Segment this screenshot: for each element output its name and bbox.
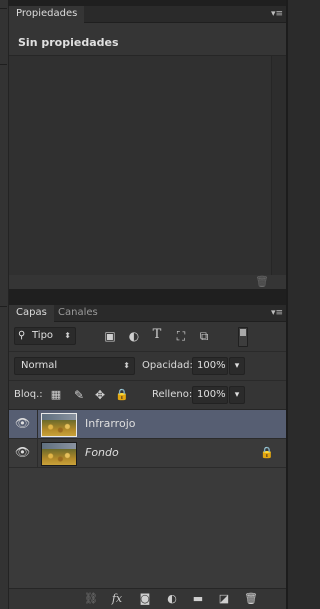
chevron-down-icon: ▾: [234, 390, 240, 400]
search-icon: ⚲: [18, 330, 26, 341]
opacity-input[interactable]: 100%: [192, 357, 228, 375]
new-layer-icon[interactable]: ◪: [216, 591, 232, 607]
layers-footer: ⛓ fx ◙ ◐ ▬ ◪ 🗑: [9, 588, 286, 609]
lock-image-icon[interactable]: ✎: [72, 388, 86, 402]
tab-propiedades[interactable]: Propiedades: [9, 6, 85, 23]
adjustment-filter-icon[interactable]: ◐: [127, 329, 141, 343]
group-folder-icon[interactable]: ▬: [190, 591, 206, 607]
layers-tab-bar: Capas Canales ▾≡: [9, 305, 286, 322]
link-layers-icon[interactable]: ⛓: [83, 591, 99, 607]
layer-name[interactable]: Infrarrojo: [85, 410, 135, 438]
layer-row-fondo[interactable]: 👁 Fondo 🔒: [9, 439, 286, 468]
tab-capas[interactable]: Capas: [9, 305, 54, 322]
layers-panel: Capas Canales ▾≡ ⚲ Tipo ⬍ ▣ ◐ T ⛶ ⧉ Norm…: [9, 305, 286, 609]
blend-mode-value: Normal: [21, 360, 58, 371]
fill-value: 100%: [197, 389, 226, 400]
fill-dropdown-button[interactable]: ▾: [229, 386, 245, 404]
shape-filter-icon[interactable]: ⛶: [174, 329, 188, 343]
right-edge: [286, 0, 288, 609]
layer-thumbnail: [41, 413, 77, 437]
dock-divider: [0, 8, 7, 9]
opacity-value: 100%: [197, 360, 226, 371]
no-properties-text: Sin propiedades: [18, 36, 119, 49]
panel-gap: [9, 289, 286, 305]
layer-filter-row: ⚲ Tipo ⬍ ▣ ◐ T ⛶ ⧉: [9, 322, 286, 350]
blend-opacity-row: Normal ⬍ Opacidad: 100% ▾: [9, 351, 286, 380]
opacity-label: Opacidad:: [142, 360, 193, 371]
filter-kind-select[interactable]: ⚲ Tipo ⬍: [14, 327, 76, 345]
image-filter-icon[interactable]: ▣: [103, 329, 117, 343]
trash-icon[interactable]: 🗑: [243, 591, 259, 607]
fx-icon[interactable]: fx: [108, 591, 126, 607]
panel-menu-icon[interactable]: ▾≡: [267, 307, 283, 319]
thumbnail-detail: [45, 452, 73, 462]
opacity-dropdown-button[interactable]: ▾: [229, 357, 245, 375]
properties-scrollbar[interactable]: [271, 56, 286, 275]
fill-input[interactable]: 100%: [192, 386, 228, 404]
add-mask-icon[interactable]: ◙: [137, 591, 153, 607]
visibility-cell[interactable]: 👁: [9, 410, 38, 438]
dock-divider: [0, 306, 7, 307]
lock-transparent-icon[interactable]: ▦: [50, 389, 62, 401]
lock-position-icon[interactable]: ✥: [93, 388, 107, 402]
layers-empty-area: [9, 468, 286, 590]
layer-thumbnail: [41, 442, 77, 466]
lock-all-icon[interactable]: 🔒: [115, 388, 129, 402]
adjustment-layer-icon[interactable]: ◐: [164, 591, 180, 607]
layer-row-infrarrojo[interactable]: 👁 Infrarrojo: [9, 410, 286, 439]
lock-icon: 🔒: [260, 446, 274, 459]
properties-footer: 🗑: [9, 275, 286, 289]
dock-divider: [0, 64, 7, 65]
properties-tab-bar: Propiedades ▾≡: [9, 6, 286, 23]
lock-fill-row: Bloq.: ▦ ✎ ✥ 🔒 Relleno: 100% ▾: [9, 380, 286, 409]
thumbnail-detail: [45, 423, 73, 433]
lock-label: Bloq.:: [14, 389, 43, 400]
left-dock-strip: [0, 0, 9, 609]
properties-content-area: [9, 56, 286, 289]
type-filter-icon[interactable]: T: [150, 328, 164, 342]
trash-icon[interactable]: 🗑: [255, 275, 269, 288]
fill-label: Relleno:: [152, 389, 193, 400]
chevron-updown-icon: ⬍: [123, 361, 130, 370]
visibility-cell[interactable]: 👁: [9, 439, 38, 467]
panel-menu-icon[interactable]: ▾≡: [267, 8, 283, 20]
smart-object-filter-icon[interactable]: ⧉: [197, 329, 211, 343]
layers-list: 👁 Infrarrojo 👁 Fondo 🔒: [9, 409, 286, 590]
chevron-updown-icon: ⬍: [64, 331, 71, 340]
filter-toggle[interactable]: [238, 327, 248, 347]
filter-kind-value: Tipo: [32, 330, 54, 341]
eye-icon[interactable]: 👁: [15, 445, 30, 459]
chevron-down-icon: ▾: [234, 361, 240, 371]
blend-mode-select[interactable]: Normal ⬍: [14, 357, 135, 375]
properties-panel: Propiedades ▾≡ Sin propiedades 🗑: [9, 6, 286, 289]
layer-name[interactable]: Fondo: [85, 439, 119, 467]
eye-icon[interactable]: 👁: [15, 416, 30, 430]
tab-canales[interactable]: Canales: [51, 305, 105, 321]
